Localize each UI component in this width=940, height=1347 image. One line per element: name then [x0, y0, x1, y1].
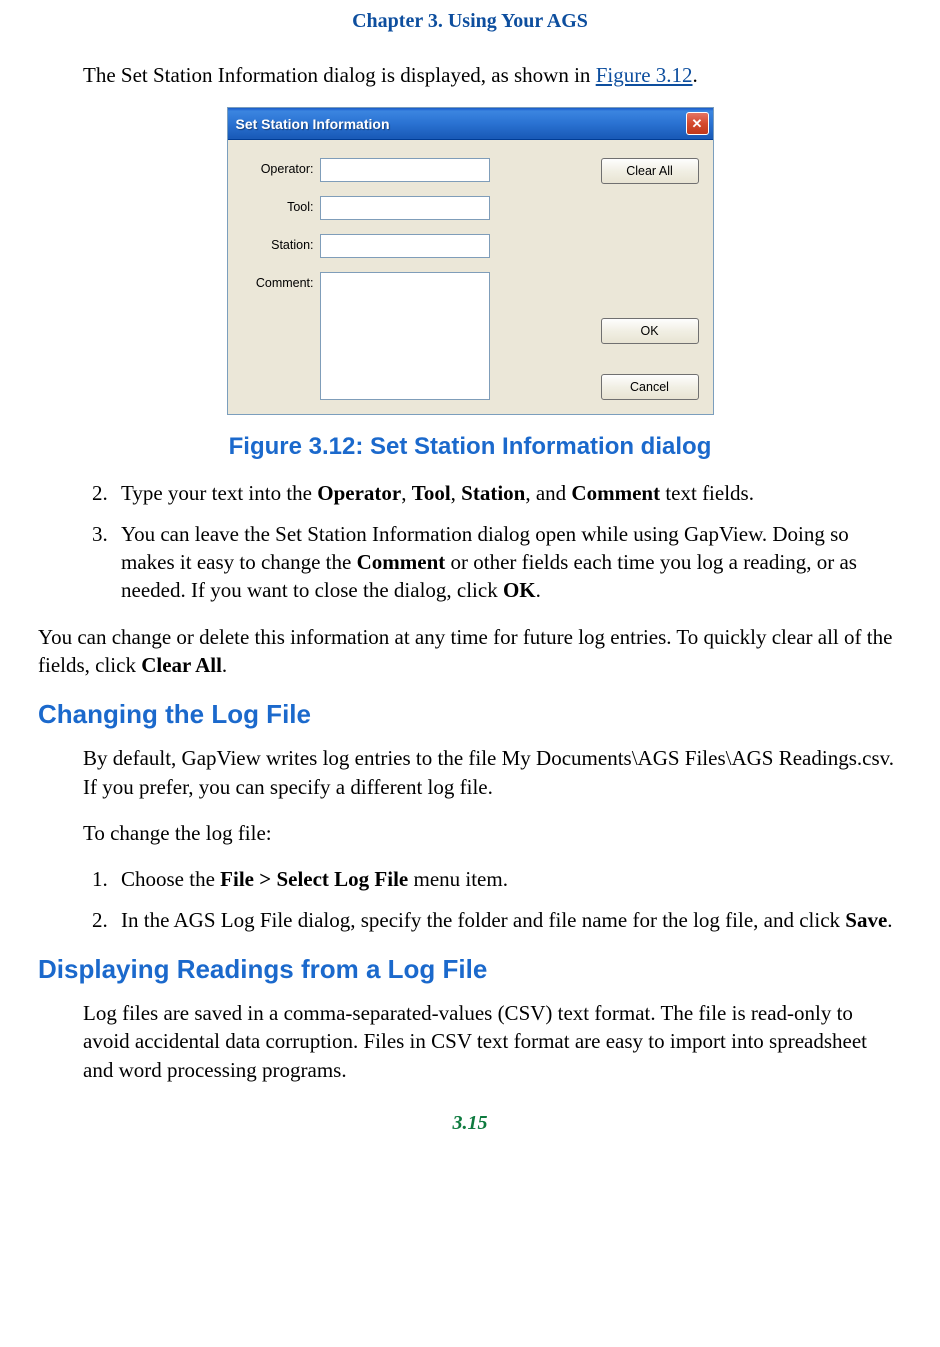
clear-post: .	[222, 653, 227, 677]
step2-post: text fields.	[660, 481, 754, 505]
step2-sep3: , and	[525, 481, 571, 505]
steps-list-b: Choose the File > Select Log File menu i…	[83, 865, 902, 934]
intro-paragraph: The Set Station Information dialog is di…	[83, 61, 902, 89]
section-changing-log: Changing the Log File	[38, 699, 902, 730]
page-number: 3.15	[38, 1112, 902, 1135]
clear-all-paragraph: You can change or delete this informatio…	[38, 623, 902, 680]
stepb-2: In the AGS Log File dialog, specify the …	[113, 906, 902, 934]
step3-post: .	[536, 578, 541, 602]
operator-input[interactable]	[320, 158, 490, 182]
dialog-titlebar: Set Station Information ✕	[228, 108, 713, 140]
step2-text: Type your text into the	[121, 481, 317, 505]
figure-caption: Figure 3.12: Set Station Information dia…	[38, 433, 902, 461]
set-station-dialog: Set Station Information ✕ Operator: Tool…	[227, 107, 714, 415]
stepb2-post: .	[887, 908, 892, 932]
stepb1-bold: File > Select Log File	[220, 867, 408, 891]
step2-station: Station	[461, 481, 525, 505]
step2-operator: Operator	[317, 481, 401, 505]
ok-button[interactable]: OK	[601, 318, 699, 344]
sec1-p1: By default, GapView writes log entries t…	[83, 744, 902, 801]
step2-comment: Comment	[571, 481, 660, 505]
sec2-p1: Log files are saved in a comma-separated…	[83, 999, 902, 1084]
tool-input[interactable]	[320, 196, 490, 220]
clear-bold: Clear All	[141, 653, 222, 677]
station-label: Station:	[242, 234, 320, 252]
intro-text-pre: The Set Station Information dialog is di…	[83, 63, 596, 87]
step-2: Type your text into the Operator, Tool , …	[113, 479, 902, 507]
clear-all-button[interactable]: Clear All	[601, 158, 699, 184]
steps-list-a: Type your text into the Operator, Tool , …	[83, 479, 902, 604]
stepb2-pre: In the AGS Log File dialog, specify the …	[121, 908, 845, 932]
close-icon: ✕	[692, 116, 703, 132]
step2-sep1: ,	[401, 481, 412, 505]
cancel-button[interactable]: Cancel	[601, 374, 699, 400]
comment-textarea[interactable]	[320, 272, 490, 400]
sec1-p2: To change the log file:	[83, 819, 902, 847]
step2-sep2: ,	[451, 481, 462, 505]
stepb1-pre: Choose the	[121, 867, 220, 891]
section-displaying-readings: Displaying Readings from a Log File	[38, 954, 902, 985]
step2-tool: Tool	[412, 481, 451, 505]
chapter-header: Chapter 3. Using Your AGS	[38, 10, 902, 33]
step-3: You can leave the Set Station Informatio…	[113, 520, 902, 605]
tool-label: Tool:	[242, 196, 320, 214]
stepb2-bold: Save	[845, 908, 887, 932]
intro-text-post: .	[693, 63, 698, 87]
stepb1-post: menu item.	[408, 867, 508, 891]
dialog-title: Set Station Information	[236, 116, 390, 132]
step3-comment: Comment	[357, 550, 446, 574]
stepb-1: Choose the File > Select Log File menu i…	[113, 865, 902, 893]
comment-label: Comment:	[242, 272, 320, 290]
station-input[interactable]	[320, 234, 490, 258]
operator-label: Operator:	[242, 158, 320, 176]
close-button[interactable]: ✕	[686, 112, 709, 135]
step3-ok: OK	[503, 578, 536, 602]
figure-link[interactable]: Figure 3.12	[596, 63, 693, 87]
